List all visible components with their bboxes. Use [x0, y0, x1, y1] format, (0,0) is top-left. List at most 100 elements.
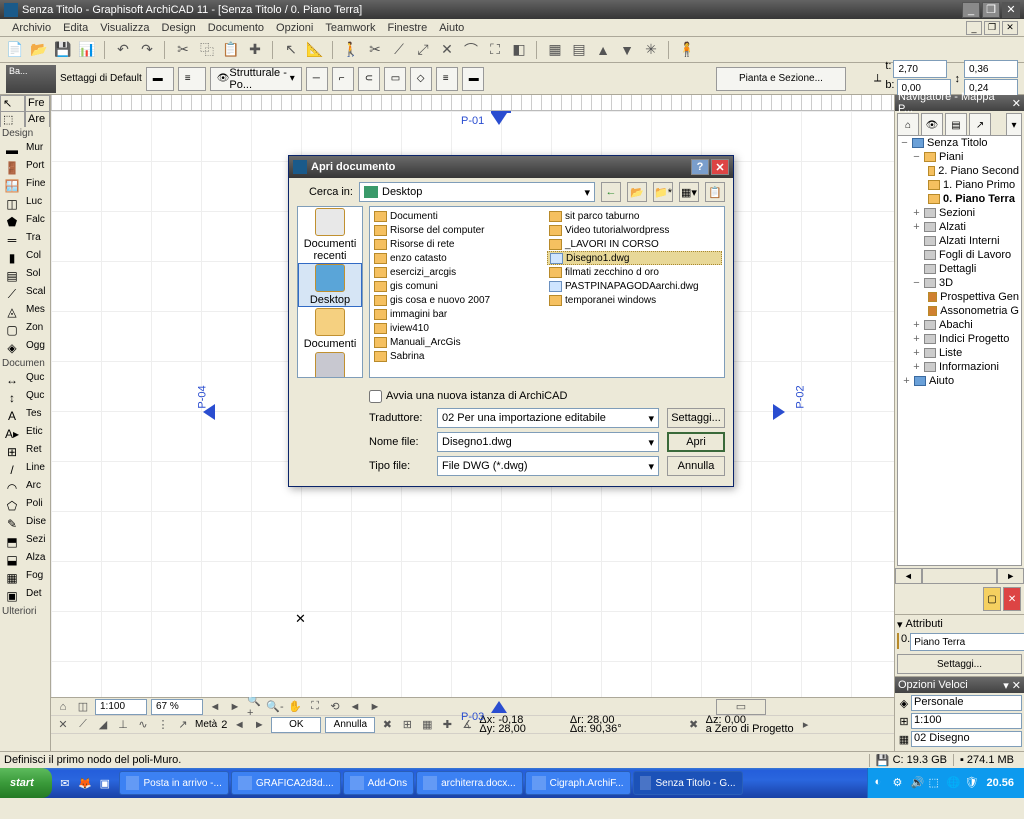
dialog-cancel-button[interactable]: Annulla	[667, 456, 725, 476]
menu-documento[interactable]: Documento	[202, 21, 270, 35]
zoom-prev-icon[interactable]: ◄	[207, 699, 223, 715]
ql-mail-icon[interactable]: ✉	[56, 772, 74, 794]
back-button[interactable]: ←	[601, 182, 621, 202]
paste-icon[interactable]: 📋	[222, 41, 240, 59]
look-in-combo[interactable]: Desktop▾	[359, 182, 595, 202]
file-item[interactable]: filmati zecchino d oro	[547, 265, 722, 279]
doctool-10-icon[interactable]: ⬓	[0, 551, 24, 569]
start-button[interactable]: start	[0, 768, 52, 798]
tool-sol-icon[interactable]: ▤	[0, 267, 24, 285]
dialog-close-button[interactable]: ✕	[711, 159, 729, 175]
meta-next-icon[interactable]: ►	[251, 717, 267, 733]
wall-settings-icon[interactable]: ≡	[178, 67, 206, 91]
geom-3-icon[interactable]: ⊂	[358, 67, 380, 91]
tool-mur-icon[interactable]: ▬	[0, 141, 24, 159]
mdi-minimize[interactable]: _	[966, 21, 982, 35]
next-view-icon[interactable]: ►	[367, 699, 383, 715]
doctool-11-icon[interactable]: ▦	[0, 569, 24, 587]
menu-aiuto[interactable]: Aiuto	[433, 21, 470, 35]
navigator-close-icon[interactable]: ✕	[1012, 97, 1021, 110]
nav-delete-icon[interactable]: ✕	[1003, 587, 1021, 611]
doctool-8-icon[interactable]: ✎	[0, 515, 24, 533]
pick-icon[interactable]: ↖	[282, 41, 300, 59]
taskbar-item[interactable]: GRAFICA2d3d....	[231, 771, 341, 795]
views-button[interactable]: ▦▾	[679, 182, 699, 202]
snap-2-icon[interactable]: ⟋	[75, 717, 91, 733]
file-list[interactable]: DocumentiRisorse del computerRisorse di …	[369, 206, 725, 378]
dz-icon[interactable]: ✖	[686, 717, 702, 733]
doctool-4-icon[interactable]: ⊞	[0, 443, 24, 461]
tool-luc[interactable]: Luc	[24, 195, 50, 213]
tool-fine[interactable]: Fine	[24, 177, 50, 195]
nav-view-icon[interactable]: 👁	[921, 113, 943, 137]
measure-icon[interactable]: 📐	[306, 41, 324, 59]
doctool-5-icon[interactable]: /	[0, 461, 24, 479]
new-icon[interactable]: 📄	[6, 41, 24, 59]
save-icon[interactable]: 💾	[54, 41, 72, 59]
file-item[interactable]: Risorse del computer	[372, 223, 547, 237]
tray-icon-6[interactable]: 🛡	[964, 776, 978, 790]
geom-1-icon[interactable]: ─	[306, 67, 328, 91]
redo-icon[interactable]: ↷	[138, 41, 156, 59]
story-up-icon[interactable]: ▲	[594, 41, 612, 59]
dialog-help-button[interactable]: ?	[691, 159, 709, 175]
translator-combo[interactable]: 02 Per una importazione editabile▾	[437, 408, 659, 428]
nav-scroll-right[interactable]: ►	[997, 568, 1024, 584]
tool-falc-icon[interactable]: ⬟	[0, 213, 24, 231]
doctool-1[interactable]: Quc	[24, 389, 50, 407]
copy-icon[interactable]: ⿻	[198, 41, 216, 59]
tool-zon-icon[interactable]: ▢	[0, 321, 24, 339]
file-item[interactable]: iview410	[372, 321, 547, 335]
doctool-2[interactable]: Tes	[24, 407, 50, 425]
tool-tra-icon[interactable]: ═	[0, 231, 24, 249]
scrollbar-thumb[interactable]: ▭	[716, 699, 766, 715]
tool-scal-icon[interactable]: ⟋	[0, 285, 24, 303]
nav-new-icon[interactable]: ▢	[983, 587, 1001, 611]
zoom-next-icon[interactable]: ►	[227, 699, 243, 715]
mdi-restore[interactable]: ❐	[984, 21, 1000, 35]
layer-icon[interactable]: ◫	[75, 699, 91, 715]
new-folder-button[interactable]: 📁*	[653, 182, 673, 202]
floorplan-section-button[interactable]: Pianta e Sezione...	[716, 67, 846, 91]
doctool-0[interactable]: Quc	[24, 371, 50, 389]
wall-tool-icon[interactable]: ▬	[146, 67, 174, 91]
nav-menu-icon[interactable]: ▾	[1006, 113, 1022, 137]
doctool-2-icon[interactable]: A	[0, 407, 24, 425]
nav-layout-icon[interactable]: ▤	[945, 113, 967, 137]
place-desktop[interactable]: Desktop	[298, 263, 362, 307]
tool-col[interactable]: Col	[24, 249, 50, 267]
tool-sol[interactable]: Sol	[24, 267, 50, 285]
trim-icon[interactable]: ✂	[366, 41, 384, 59]
zoom-field[interactable]	[151, 699, 203, 715]
snap-1-icon[interactable]: ✕	[55, 717, 71, 733]
doctool-4[interactable]: Ret	[24, 443, 50, 461]
place-computer[interactable]: Risorse del computer	[298, 351, 362, 378]
walk-icon[interactable]: 🚶	[342, 41, 360, 59]
plot-icon[interactable]: 📊	[78, 41, 96, 59]
minimize-button[interactable]: _	[962, 2, 980, 18]
coord-x-icon[interactable]: ✖	[379, 717, 395, 733]
zoom-in-icon[interactable]: 🔍+	[247, 699, 263, 715]
menu-archivio[interactable]: Archivio	[6, 21, 57, 35]
solid-icon[interactable]: ◧	[510, 41, 528, 59]
menu-visualizza[interactable]: Visualizza	[94, 21, 155, 35]
tool-port[interactable]: Port	[24, 159, 50, 177]
doctool-7[interactable]: Poli	[24, 497, 50, 515]
toolbox-tab-marquee[interactable]: ⬚	[0, 111, 25, 127]
file-item[interactable]: Risorse di rete	[372, 237, 547, 251]
doctool-11[interactable]: Fog	[24, 569, 50, 587]
tool-falc[interactable]: Falc	[24, 213, 50, 231]
doctool-6[interactable]: Arc	[24, 479, 50, 497]
ok-button[interactable]: OK	[271, 717, 321, 733]
taskbar-item[interactable]: Senza Titolo - G...	[633, 771, 743, 795]
file-item[interactable]: esercizi_arcgis	[372, 265, 547, 279]
doctool-6-icon[interactable]: ◠	[0, 479, 24, 497]
new-instance-checkbox[interactable]	[369, 390, 382, 403]
settings-button[interactable]: Settaggi...	[897, 654, 1022, 674]
r1-input[interactable]	[964, 60, 1018, 78]
doctool-12[interactable]: Det	[24, 587, 50, 605]
snap-3-icon[interactable]: ◢	[95, 717, 111, 733]
render-icon[interactable]: ✳	[642, 41, 660, 59]
ql-app-icon[interactable]: ▣	[96, 772, 114, 794]
tray-icon-2[interactable]: ⚙	[892, 776, 906, 790]
